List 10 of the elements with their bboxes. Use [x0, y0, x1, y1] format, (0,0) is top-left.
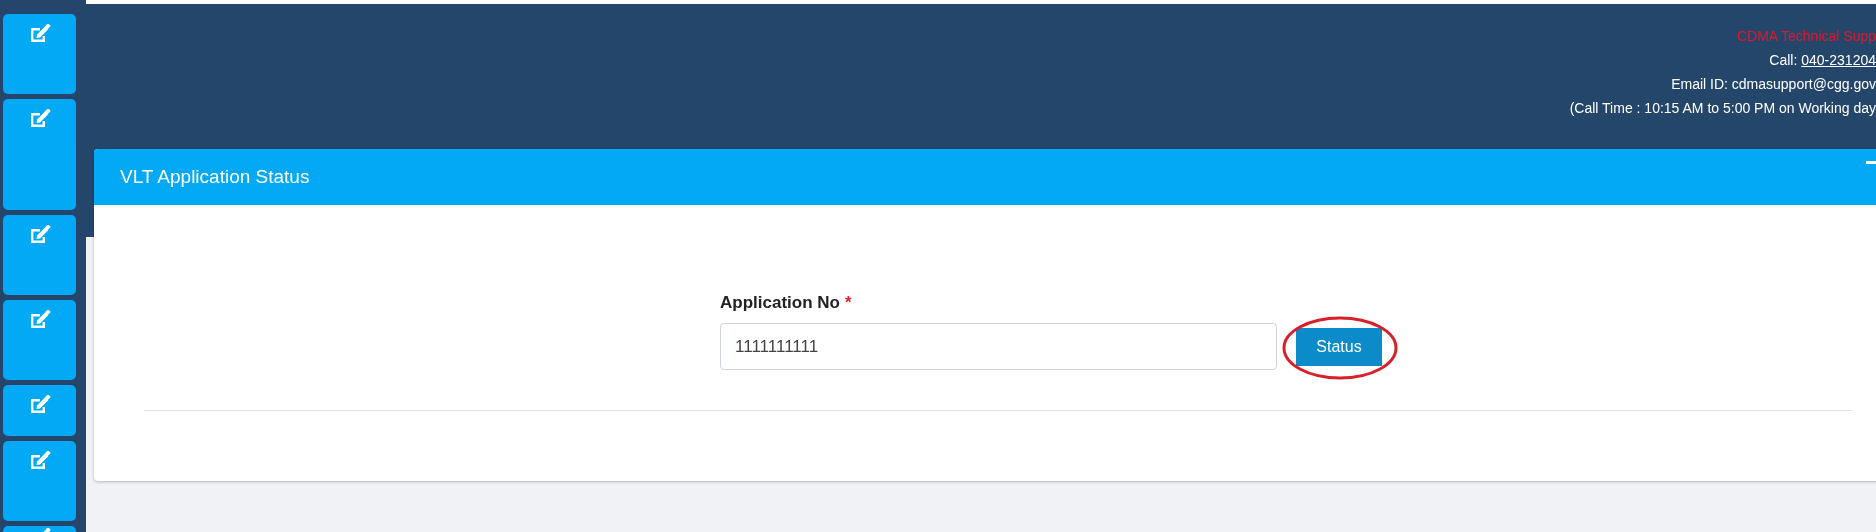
status-button[interactable]: Status [1296, 327, 1382, 366]
call-time-text: (Call Time : 10:15 AM to 5:00 PM on Working day [1569, 99, 1876, 118]
required-mark: * [844, 293, 852, 313]
card-title: VLT Application Status [120, 166, 310, 188]
field-label: Application No [720, 293, 840, 313]
email-text: Email ID: cdmasupport@cgg.gov [1671, 75, 1876, 94]
phone-link[interactable]: 040-231204 [1801, 52, 1876, 68]
support-title: CDMA Technical Supp [1736, 27, 1876, 46]
application-number-field[interactable]: 1111111111 [720, 323, 1277, 370]
call-line: Call: 040-231204 [1769, 51, 1876, 70]
